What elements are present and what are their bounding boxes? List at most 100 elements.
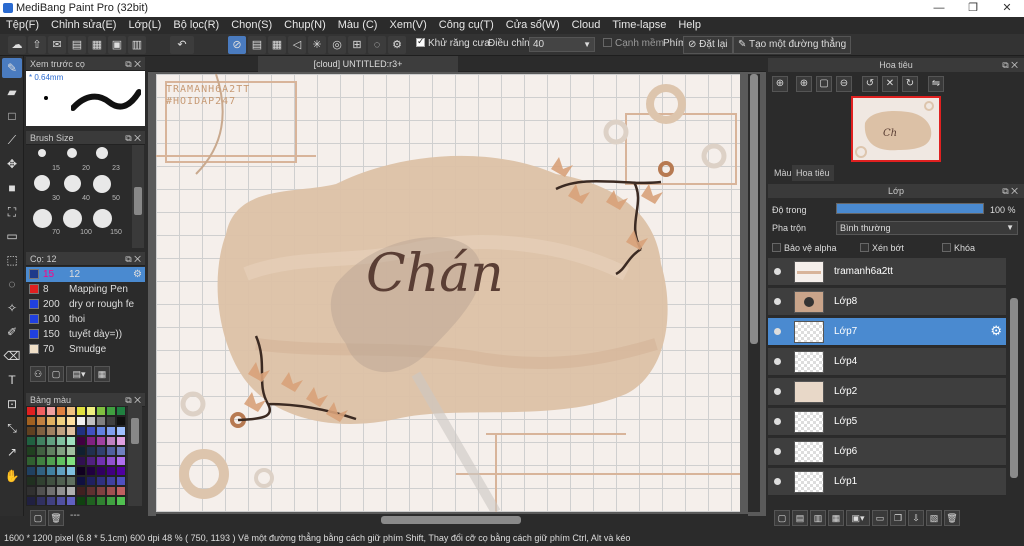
divide-tool-icon[interactable]: ⊡ (2, 394, 22, 414)
panel-icon[interactable]: ▣ (108, 36, 126, 54)
panel-options-icon[interactable]: ⧉ ✕ (125, 57, 141, 71)
palette-swatch[interactable] (56, 406, 66, 416)
canvas-horizontal-scrollbar[interactable] (156, 514, 748, 526)
new-palette-icon[interactable]: ▢ (30, 510, 46, 526)
ellipse-snap-icon[interactable]: ◌ (368, 36, 386, 54)
palette-swatch[interactable] (86, 436, 96, 446)
palette-swatch[interactable] (76, 466, 86, 476)
palette-swatch[interactable] (116, 476, 126, 486)
parallel-snap-icon[interactable]: ▤ (248, 36, 266, 54)
palette-swatch[interactable] (36, 496, 46, 506)
select-eraser-tool-icon[interactable]: ⌫ (2, 346, 22, 366)
palette-swatch[interactable] (46, 466, 56, 476)
visibility-eye-icon[interactable] (774, 388, 781, 395)
no-snap-icon[interactable]: ⊘ (228, 36, 246, 54)
palette-swatch[interactable] (116, 456, 126, 466)
palette-swatch[interactable] (26, 416, 36, 426)
visibility-eye-icon[interactable] (774, 298, 781, 305)
menu-help[interactable]: Help (672, 17, 707, 34)
palette-swatch[interactable] (106, 436, 116, 446)
palette-swatch[interactable] (26, 456, 36, 466)
duplicate-layer-icon[interactable]: ❐ (890, 510, 906, 526)
palette-swatch[interactable] (96, 456, 106, 466)
menu-window[interactable]: Cửa sổ(W) (500, 17, 566, 34)
palette-swatch[interactable] (86, 426, 96, 436)
size-cell[interactable]: 100 (58, 209, 92, 236)
palette-swatch[interactable] (76, 426, 86, 436)
layer-row[interactable]: tramanh6a2tt (768, 258, 1006, 286)
palette-swatch[interactable] (26, 486, 36, 496)
canvas-vertical-scrollbar[interactable] (748, 74, 760, 512)
document-tab[interactable]: [cloud] UNTITLED:r3+ (258, 56, 458, 72)
soft-edge-checkbox[interactable]: Cạnh mềm (603, 38, 664, 49)
palette-swatch[interactable] (36, 466, 46, 476)
radial-snap-icon[interactable]: ✳ (308, 36, 326, 54)
brush-settings-icon[interactable]: ▦ (94, 366, 110, 382)
fill-rect-tool-icon[interactable]: ■ (2, 178, 22, 198)
palette-swatch[interactable] (56, 466, 66, 476)
rotate-reset-icon[interactable]: ✕ (882, 76, 898, 92)
palette-swatch[interactable] (36, 476, 46, 486)
visibility-eye-icon[interactable] (774, 448, 781, 455)
fit-window-icon[interactable]: ▢ (816, 76, 832, 92)
vanish-snap-icon[interactable]: ◁ (288, 36, 306, 54)
palette-swatch[interactable] (96, 436, 106, 446)
brush-item[interactable]: 15 12 ⚙ (26, 267, 145, 282)
zoom-out-icon[interactable]: ⊖ (836, 76, 852, 92)
palette-swatch[interactable] (96, 406, 106, 416)
brush-add-icon[interactable]: ⚇ (30, 366, 46, 382)
dot-tool-icon[interactable]: □ (2, 106, 22, 126)
palette-swatch[interactable] (46, 436, 56, 446)
palette-swatch[interactable] (86, 476, 96, 486)
menu-select[interactable]: Chọn(S) (225, 17, 278, 34)
palette-swatch[interactable] (76, 446, 86, 456)
straight-line-button[interactable]: ✎ Tạo một đường thẳng (733, 36, 852, 54)
palette-swatch[interactable] (26, 436, 36, 446)
layer-settings-gear-icon[interactable]: ⚙ (990, 323, 1002, 339)
operation-tool-icon[interactable]: ↗ (2, 442, 22, 462)
palette-swatch[interactable] (56, 496, 66, 506)
palette-swatch[interactable] (76, 416, 86, 426)
panel-options-icon[interactable]: ⧉ ✕ (125, 393, 141, 407)
palette-swatch[interactable] (106, 496, 116, 506)
palette-swatch[interactable] (96, 476, 106, 486)
palette-swatch[interactable] (56, 416, 66, 426)
menu-edit[interactable]: Chỉnh sửa(E) (45, 17, 122, 34)
palette-swatch[interactable] (26, 476, 36, 486)
settings-gear-icon[interactable]: ⚙ (388, 36, 406, 54)
drawing-canvas[interactable]: TRAMANH6A2TT #HOIDAP247 Chán (156, 74, 740, 512)
layer-row[interactable]: Lớp2 (768, 378, 1006, 406)
palette-swatch[interactable] (116, 466, 126, 476)
size-cell[interactable]: 30 (28, 175, 60, 202)
opacity-slider[interactable] (836, 203, 984, 214)
palette-swatch[interactable] (116, 406, 126, 416)
gradient-tool-icon[interactable]: ▭ (2, 226, 22, 246)
hand-tool-icon[interactable]: ✋ (2, 466, 22, 486)
maximize-button[interactable]: ❐ (956, 0, 990, 17)
palette-swatch[interactable] (26, 466, 36, 476)
palette-swatch[interactable] (66, 456, 76, 466)
zoom-in-icon[interactable]: ⊕ (796, 76, 812, 92)
size-cell[interactable]: 70 (28, 209, 60, 236)
menu-layer[interactable]: Lớp(L) (122, 17, 167, 34)
palette-swatch[interactable] (46, 476, 56, 486)
flip-icon[interactable]: ⇋ (928, 76, 944, 92)
layer-row[interactable]: Lớp5 (768, 408, 1006, 436)
brush-item[interactable]: 70 Smudge (26, 342, 145, 357)
palette-swatch[interactable] (116, 486, 126, 496)
curve-snap-icon[interactable]: ⊞ (348, 36, 366, 54)
palette-swatch[interactable] (46, 406, 56, 416)
palette-swatch[interactable] (106, 426, 116, 436)
palette-swatch[interactable] (66, 486, 76, 496)
layer-property-icon[interactable]: ▧ (926, 510, 942, 526)
palette-swatch[interactable] (86, 496, 96, 506)
select-tool-icon[interactable]: ⬚ (2, 250, 22, 270)
brush-tool-icon[interactable]: ✎ (2, 58, 22, 78)
palette-swatch[interactable] (56, 486, 66, 496)
palette-swatch[interactable] (76, 456, 86, 466)
palette-swatch[interactable] (96, 466, 106, 476)
page-icon[interactable]: ▦ (88, 36, 106, 54)
palette-swatch[interactable] (46, 456, 56, 466)
comment-icon[interactable]: ✉ (48, 36, 66, 54)
palette-swatch[interactable] (76, 486, 86, 496)
